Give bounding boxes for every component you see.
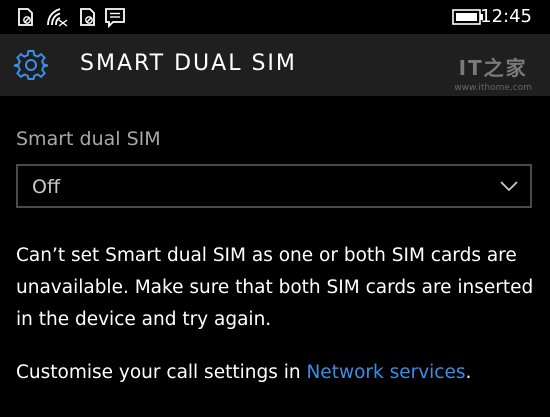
call-settings-text: Customise your call settings in Network …: [16, 357, 471, 389]
watermark: IT之家 www.ithome.com: [454, 52, 532, 93]
watermark-url: www.ithome.com: [454, 83, 532, 93]
watermark-logo: IT之家: [458, 56, 528, 80]
status-time: 12:45: [480, 6, 532, 27]
message-icon: [105, 8, 125, 29]
chevron-down-icon: [500, 181, 518, 192]
sim-no-signal-icon: [18, 8, 33, 26]
footer-prefix: Customise your call settings in: [16, 362, 307, 383]
network-services-link[interactable]: Network services: [306, 362, 465, 383]
gear-icon: [14, 50, 48, 80]
page-header: SMART DUAL SIM IT之家 www.ithome.com: [0, 34, 550, 96]
wifi-icon: [47, 8, 68, 27]
smart-dual-sim-dropdown[interactable]: Off: [16, 164, 532, 208]
page-title: SMART DUAL SIM: [80, 51, 297, 76]
smart-dual-sim-label: Smart dual SIM: [16, 128, 161, 150]
status-bar: 12:45: [0, 0, 550, 34]
footer-suffix: .: [465, 362, 472, 383]
dropdown-selected-value: Off: [32, 176, 61, 198]
sim-no-signal-icon: [80, 8, 95, 26]
unavailable-message: Can’t set Smart dual SIM as one or both …: [16, 245, 534, 330]
